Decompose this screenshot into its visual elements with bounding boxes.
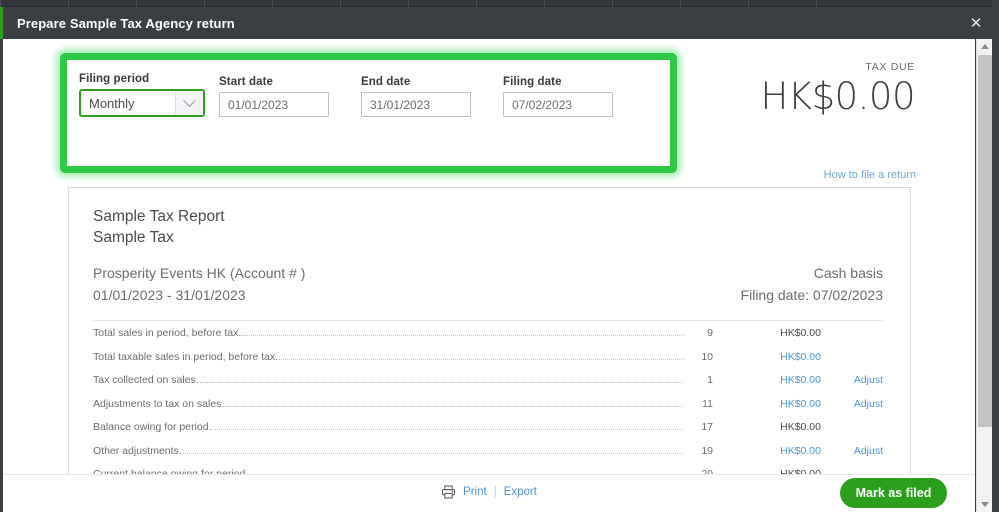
report-row-line-number: 9 — [707, 327, 713, 339]
browser-tab-divider — [748, 0, 749, 7]
browser-tab-divider — [680, 0, 681, 7]
footer-actions: Print | Export — [3, 485, 975, 499]
report-row-leader — [212, 429, 684, 430]
report-row-line-number: 11 — [702, 397, 713, 410]
browser-tab-divider — [204, 0, 205, 7]
modal-title-bar: Prepare Sample Tax Agency return ✕ — [0, 7, 999, 39]
tax-due-amount: HK$0.00 — [760, 75, 915, 118]
browser-tab-divider — [816, 0, 817, 7]
report-period: 01/01/2023 - 31/01/2023 — [93, 287, 246, 303]
browser-chrome-strip — [0, 0, 999, 7]
report-row-amount: HK$0.00 — [780, 327, 821, 339]
table-row: Tax collected on sales. 1 HK$0.00 Adjust — [93, 374, 883, 398]
browser-tab-divider — [272, 0, 273, 7]
report-row-line-number: 19 — [701, 444, 713, 457]
end-date-label: End date — [361, 76, 411, 88]
filing-period-label: Filing period — [79, 73, 150, 85]
scrollbar-thumb[interactable] — [978, 55, 992, 427]
modal-body: Filing period Monthly Start date 01/01/2… — [3, 39, 975, 512]
table-row: Adjustments to tax on sales. 11 HK$0.00 Adj… — [93, 398, 883, 422]
end-date-input[interactable]: 31/01/2023 — [361, 92, 471, 117]
report-row-label: Total taxable sales in period, before ta… — [93, 350, 279, 363]
report-row-leader — [182, 452, 684, 454]
report-divider — [93, 320, 883, 321]
browser-tab-divider — [136, 0, 137, 7]
tax-due-summary: TAX DUE HK$0.00 — [760, 61, 915, 118]
report-row-amount[interactable]: HK$0.00 — [713, 351, 821, 363]
report-row-label: Tax collected on sales. — [93, 374, 199, 386]
printer-icon[interactable] — [441, 485, 456, 499]
scroll-up-arrow-icon[interactable] — [977, 39, 993, 54]
adjust-link[interactable]: Adjust — [821, 398, 883, 410]
vertical-scrollbar[interactable] — [976, 39, 993, 512]
report-row-label: Other adjustments. — [93, 444, 182, 457]
application-root: Prepare Sample Tax Agency return ✕ Filin… — [0, 0, 999, 512]
report-row-line-number: 1 — [707, 374, 713, 386]
browser-tab-divider — [0, 0, 1, 7]
report-row-leader — [279, 358, 684, 360]
tax-report-card: Sample Tax Report Sample Tax Prosperity … — [68, 187, 911, 512]
modal-footer: Print | Export Mark as filed — [3, 474, 975, 512]
report-row-list: Total sales in period, before tax. 9 HK$0.… — [93, 327, 883, 492]
start-date-field: Start date 01/01/2023 — [219, 76, 329, 117]
report-meta: Prosperity Events HK (Account # ) 01/01/… — [93, 262, 883, 306]
browser-tab-divider — [476, 0, 477, 7]
close-icon[interactable]: ✕ — [967, 14, 985, 32]
report-row-amount[interactable]: HK$0.00 — [713, 374, 821, 386]
report-row-leader — [199, 382, 684, 383]
start-date-input[interactable]: 01/01/2023 — [219, 92, 329, 117]
browser-tab-divider — [612, 0, 613, 7]
report-title: Sample Tax Report — [93, 208, 225, 225]
end-date-field: End date 31/01/2023 — [361, 76, 471, 117]
tax-due-label: TAX DUE — [865, 61, 915, 73]
chevron-down-icon[interactable] — [175, 91, 203, 115]
table-row: Total taxable sales in period, before ta… — [93, 351, 883, 375]
table-row: Total sales in period, before tax. 9 HK$0.… — [93, 327, 883, 351]
filing-period-select[interactable]: Monthly — [79, 89, 205, 117]
page-title: Prepare Sample Tax Agency return — [17, 15, 235, 31]
browser-tab-divider — [340, 0, 341, 7]
filing-fields-row: Filing period Monthly Start date 01/01/2… — [67, 60, 670, 166]
report-row-leader — [225, 405, 684, 407]
how-to-file-link[interactable]: How to file a return — [824, 169, 916, 181]
report-row-label: Total sales in period, before tax. — [93, 327, 242, 339]
browser-tab-divider — [68, 0, 69, 7]
report-row-label: Balance owing for period. — [93, 421, 212, 433]
report-row-leader — [242, 335, 684, 336]
adjust-link[interactable]: Adjust — [821, 445, 883, 457]
filing-period-value: Monthly — [89, 95, 135, 111]
adjust-link[interactable]: Adjust — [821, 374, 883, 386]
scroll-down-arrow-icon[interactable] — [977, 497, 993, 512]
report-row-line-number: 10 — [701, 350, 713, 363]
table-row: Balance owing for period. 17 HK$0.00 — [93, 421, 883, 445]
report-row-label: Adjustments to tax on sales. — [93, 397, 225, 410]
report-meta-right: Cash basis Filing date: 07/02/2023 — [741, 262, 883, 306]
filing-date-field: Filing date 07/02/2023 — [503, 76, 613, 117]
report-subtitle: Sample Tax — [93, 229, 174, 246]
filing-date-input[interactable]: 07/02/2023 — [503, 92, 613, 117]
table-row: Other adjustments. 19 HK$0.00 Adjust — [93, 445, 883, 469]
filing-date-label: Filing date — [503, 76, 562, 88]
title-bar-accent — [0, 7, 3, 39]
start-date-label: Start date — [219, 76, 274, 88]
tax-report-content: Sample Tax Report Sample Tax Prosperity … — [69, 188, 910, 492]
print-button[interactable]: Print — [463, 486, 487, 498]
report-row-amount[interactable]: HK$0.00 — [713, 445, 821, 457]
browser-tab-strip — [0, 0, 999, 7]
filing-period-highlight-box: Filing period Monthly Start date 01/01/2… — [60, 53, 677, 173]
browser-tab-divider — [544, 0, 545, 7]
report-row-line-number: 17 — [701, 421, 713, 433]
report-meta-left: Prosperity Events HK (Account # ) 01/01/… — [93, 262, 305, 306]
browser-tab-divider — [408, 0, 409, 7]
report-row-amount[interactable]: HK$0.00 — [713, 398, 821, 410]
report-row-amount: HK$0.00 — [780, 421, 821, 433]
report-basis: Cash basis — [813, 265, 883, 281]
mark-as-filed-button[interactable]: Mark as filed — [840, 478, 947, 508]
filing-period-field: Filing period Monthly — [79, 73, 205, 117]
export-button[interactable]: Export — [504, 486, 537, 498]
window-right-edge — [992, 0, 999, 512]
report-filing-date: Filing date: 07/02/2023 — [740, 287, 883, 303]
report-company: Prosperity Events HK (Account # ) — [93, 265, 306, 281]
footer-separator: | — [493, 486, 497, 498]
